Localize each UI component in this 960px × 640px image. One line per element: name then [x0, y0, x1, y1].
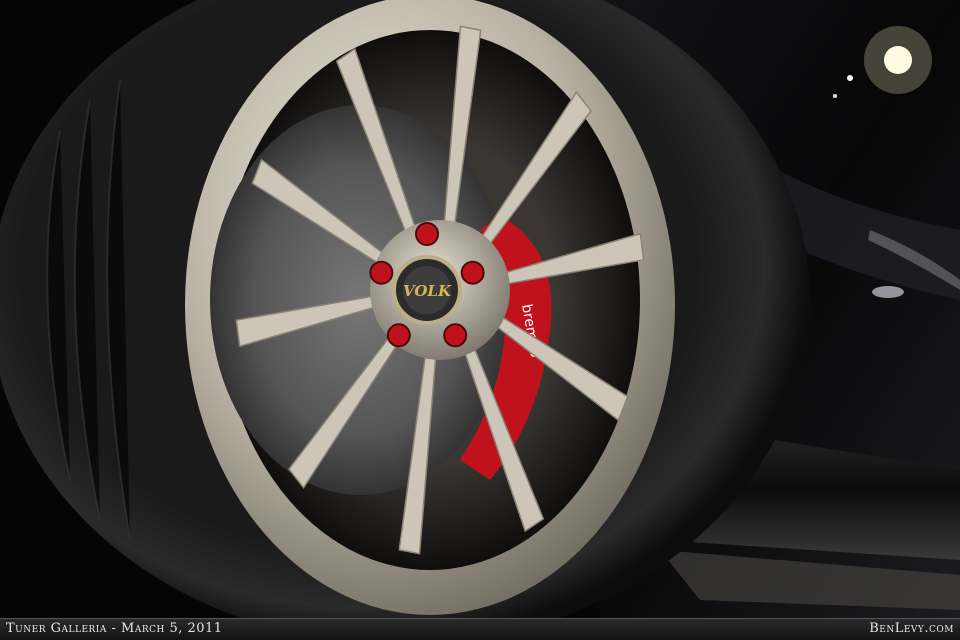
lug-nut — [415, 222, 439, 246]
photo-frame: brembo VOLK Tuner Galleria - March 5, 20… — [0, 0, 960, 640]
lug-nut — [369, 260, 394, 285]
lug-nut — [386, 323, 411, 348]
wheel-photo: brembo VOLK — [0, 0, 960, 618]
lug-nut — [443, 323, 468, 348]
caption-site: BenLevy.com — [869, 621, 954, 636]
lug-nut — [460, 260, 485, 285]
wheel-badge: VOLK — [403, 282, 452, 300]
caption-event: Tuner Galleria - March 5, 2011 — [6, 621, 223, 636]
caption-bar: Tuner Galleria - March 5, 2011 BenLevy.c… — [0, 618, 960, 640]
